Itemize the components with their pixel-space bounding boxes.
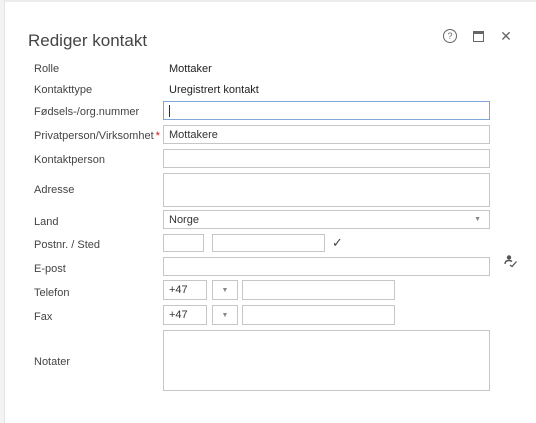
rolle-value: Mottaker <box>169 63 212 75</box>
epost-input[interactable] <box>163 257 490 276</box>
background-panel-edge <box>0 0 5 423</box>
privatperson-label: Privatperson/Virksomhet * <box>34 130 160 142</box>
telefon-label: Telefon <box>34 287 70 299</box>
chevron-down-icon: ▼ <box>474 216 481 223</box>
text-cursor <box>169 104 170 117</box>
telefon-prefix-text: +47 <box>169 284 188 296</box>
privatperson-input-text: Mottakere <box>169 128 218 141</box>
close-icon: ✕ <box>500 27 512 44</box>
kontaktperson-label: Kontaktperson <box>34 154 105 166</box>
dialog-title: Rediger kontakt <box>28 31 148 50</box>
required-marker: * <box>155 130 160 142</box>
fax-prefix-input[interactable]: +47 <box>163 305 207 325</box>
rolle-label: Rolle <box>34 63 60 75</box>
help-button[interactable]: ? <box>436 26 464 46</box>
window-top-edge <box>0 0 536 2</box>
fax-label: Fax <box>34 311 53 323</box>
chevron-down-icon: ▼ <box>221 311 229 319</box>
privatperson-label-text: Privatperson/Virksomhet <box>34 130 154 142</box>
chevron-down-icon: ▼ <box>221 286 229 294</box>
sted-input[interactable] <box>212 234 325 252</box>
telefon-prefix-input[interactable]: +47 <box>163 280 207 300</box>
maximize-button[interactable] <box>464 26 492 46</box>
help-icon: ? <box>443 29 457 43</box>
adresse-textarea[interactable] <box>163 173 490 207</box>
fodselsnummer-label: Fødsels-/org.nummer <box>34 106 140 118</box>
kontakttype-label: Kontakttype <box>34 84 93 96</box>
edit-contact-dialog: Rediger kontakt ? ✕ Rolle Mottaker Konta… <box>6 4 532 423</box>
epost-label: E-post <box>34 263 66 275</box>
land-label: Land <box>34 216 59 228</box>
fodselsnummer-input[interactable] <box>163 101 490 120</box>
postnr-input[interactable] <box>163 234 204 252</box>
postnr-sted-label: Postnr. / Sted <box>34 239 101 251</box>
adresse-label: Adresse <box>34 184 75 196</box>
fax-prefix-text: +47 <box>169 309 188 321</box>
land-selected-value: Norge <box>169 213 199 226</box>
land-select[interactable]: Norge ▼ <box>163 210 490 229</box>
kontaktperson-input[interactable] <box>163 149 490 168</box>
contact-lookup-icon[interactable] <box>504 254 518 273</box>
privatperson-input[interactable]: Mottakere <box>163 125 490 144</box>
fax-prefix-dropdown[interactable]: ▼ <box>212 305 238 325</box>
notater-textarea[interactable] <box>163 330 490 391</box>
kontakttype-value: Uregistrert kontakt <box>169 84 259 96</box>
notater-label: Notater <box>34 356 71 368</box>
maximize-icon <box>472 30 484 42</box>
fax-input[interactable] <box>242 305 395 325</box>
telefon-prefix-dropdown[interactable]: ▼ <box>212 280 238 300</box>
check-icon: ✓ <box>332 235 343 250</box>
close-button[interactable]: ✕ <box>492 26 520 46</box>
telefon-input[interactable] <box>242 280 395 300</box>
window-controls: ? ✕ <box>436 26 520 46</box>
